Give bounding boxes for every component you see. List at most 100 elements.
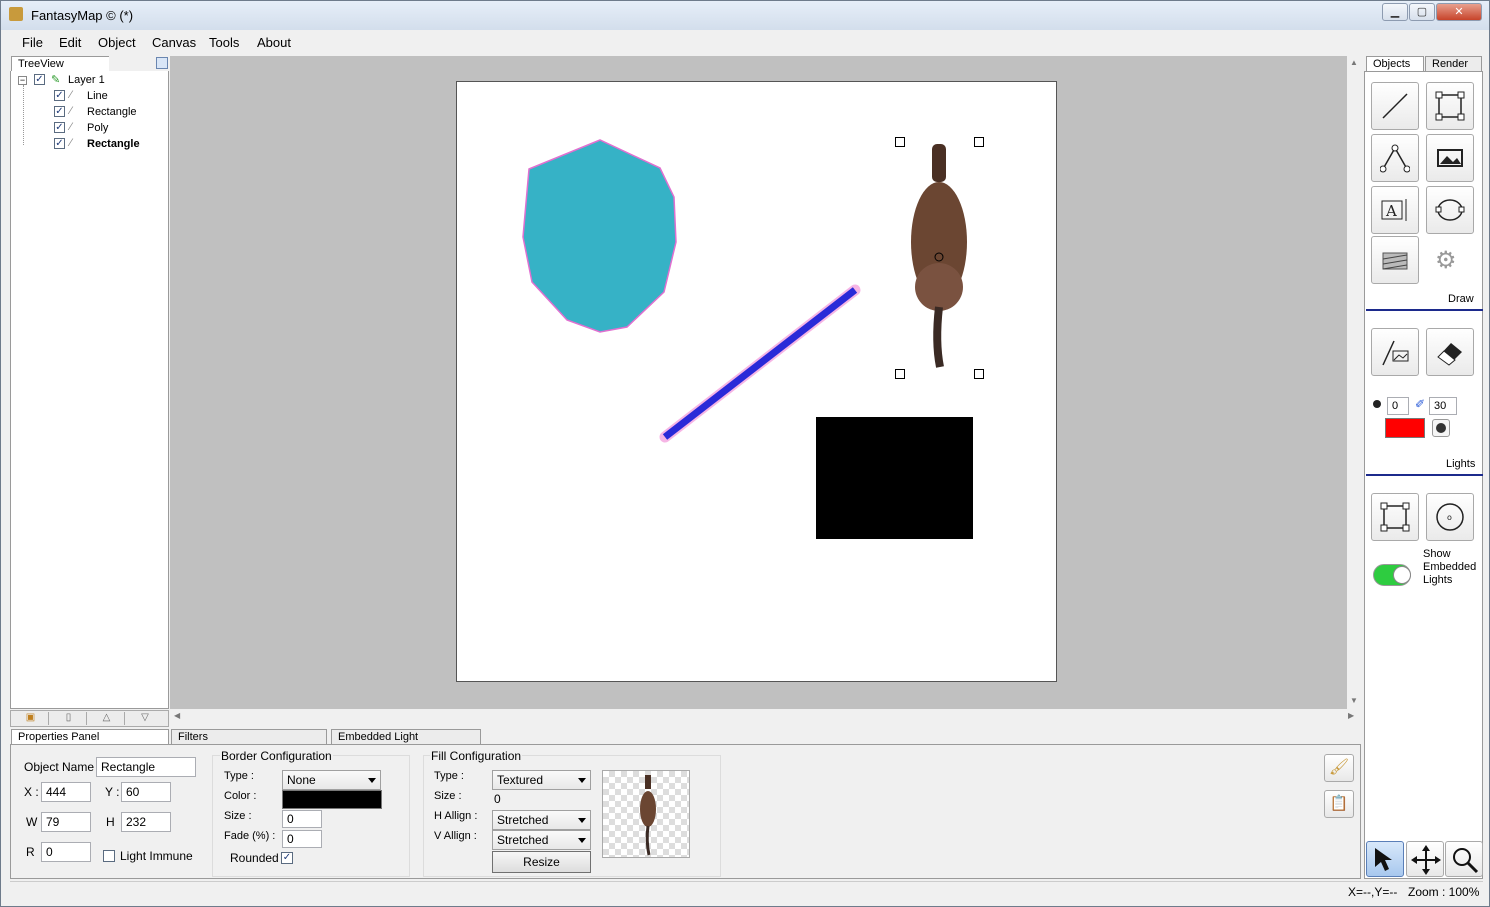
embedded-lights-toggle[interactable]: [1373, 564, 1411, 586]
horse-thumbnail: [640, 775, 656, 856]
gear-icon[interactable]: ⚙: [1435, 246, 1457, 275]
paint-brush-button[interactable]: 🖌: [1324, 754, 1354, 782]
menu-file[interactable]: File: [22, 35, 43, 50]
brush-size-icon: [1373, 400, 1381, 408]
border-size-input[interactable]: 0: [282, 810, 322, 828]
resize-button[interactable]: Resize: [492, 851, 591, 873]
light-immune-checkbox[interactable]: [103, 850, 115, 862]
menu-tools[interactable]: Tools: [209, 35, 239, 50]
draw-divider: [1366, 309, 1483, 311]
menu-canvas[interactable]: Canvas: [152, 35, 196, 50]
minimize-button[interactable]: ▁: [1382, 3, 1408, 21]
eraser-button[interactable]: [1426, 328, 1474, 376]
brush-draw-button[interactable]: [1371, 328, 1419, 376]
tree-item[interactable]: Poly: [87, 122, 108, 134]
border-size-label: Size :: [224, 810, 252, 822]
item-pencil-icon: ⁄: [70, 121, 72, 133]
image-tool-button[interactable]: [1426, 134, 1474, 182]
item-checkbox[interactable]: ✓: [54, 122, 65, 133]
scroll-down-icon[interactable]: ▼: [1350, 696, 1358, 705]
layer-checkbox[interactable]: ✓: [34, 74, 45, 85]
brush-size-input[interactable]: 0: [1387, 397, 1409, 415]
text-tool-button[interactable]: A: [1371, 186, 1419, 234]
horizontal-scrollbar[interactable]: ◀ ▶: [170, 709, 1361, 725]
canvas-page[interactable]: [456, 81, 1057, 682]
light-circle-button[interactable]: o: [1426, 493, 1474, 541]
texture-preview[interactable]: [602, 770, 690, 858]
tab-filters[interactable]: Filters: [171, 729, 327, 745]
selection-handle-bl[interactable]: [895, 369, 905, 379]
add-layer-icon[interactable]: ▣: [13, 712, 49, 725]
border-color-swatch[interactable]: [282, 790, 382, 809]
close-button[interactable]: ✕: [1436, 3, 1482, 21]
v-align-select[interactable]: Stretched: [492, 830, 591, 850]
h-input[interactable]: 232: [121, 812, 171, 832]
light-rect-icon: [1380, 502, 1410, 532]
title-bar: FantasyMap © (*) ▁ ▢ ✕: [1, 1, 1489, 30]
hatch-tool-button[interactable]: [1371, 236, 1419, 284]
select-tool-button[interactable]: [1366, 841, 1404, 877]
tree-item-selected[interactable]: Rectangle: [87, 138, 140, 150]
tab-filters-label: Filters: [178, 731, 208, 743]
layer-pencil-icon: ✎: [51, 74, 61, 86]
scroll-up-icon[interactable]: ▲: [1350, 58, 1358, 67]
delete-layer-icon[interactable]: ▯: [51, 712, 87, 725]
w-input[interactable]: 79: [41, 812, 91, 832]
move-down-icon[interactable]: ▽: [127, 712, 163, 725]
brush-opacity-input[interactable]: 30: [1429, 397, 1457, 415]
line-tool-button[interactable]: [1371, 82, 1419, 130]
tab-objects[interactable]: Objects: [1366, 56, 1424, 72]
zoom-tool-button[interactable]: [1445, 841, 1483, 877]
item-checkbox[interactable]: ✓: [54, 138, 65, 149]
poly-tool-icon: [1380, 144, 1410, 173]
fill-size-value[interactable]: 0: [494, 792, 501, 806]
zoom-level: Zoom : 100%: [1408, 885, 1480, 899]
rectangle-shape: [816, 417, 973, 539]
rectangle-tool-button[interactable]: [1426, 82, 1474, 130]
maximize-button[interactable]: ▢: [1409, 3, 1435, 21]
brush-opacity-icon: ✐: [1415, 397, 1426, 411]
y-input[interactable]: 60: [121, 782, 171, 802]
tab-render[interactable]: Render: [1425, 56, 1482, 72]
tree-collapse-icon[interactable]: −: [18, 76, 27, 85]
light-rect-button[interactable]: [1371, 493, 1419, 541]
properties-panel: Object Name Rectangle X : 444 Y : 60 W 7…: [10, 744, 1361, 879]
h-align-select[interactable]: Stretched: [492, 810, 591, 830]
brush-shape-button[interactable]: [1432, 419, 1450, 437]
tree-item[interactable]: Line: [87, 90, 108, 102]
menu-edit[interactable]: Edit: [59, 35, 81, 50]
border-fade-input[interactable]: 0: [282, 830, 322, 848]
tab-embedded-light[interactable]: Embedded Light: [331, 729, 481, 745]
tree-line: [23, 85, 24, 145]
item-checkbox[interactable]: ✓: [54, 106, 65, 117]
border-type-select[interactable]: None: [282, 770, 381, 790]
text-tool-icon: A: [1381, 199, 1407, 221]
rounded-checkbox[interactable]: ✓: [281, 852, 293, 864]
menu-object[interactable]: Object: [98, 35, 136, 50]
scroll-left-icon[interactable]: ◀: [174, 711, 180, 720]
fill-type-select[interactable]: Textured: [492, 770, 591, 790]
poly-tool-button[interactable]: [1371, 134, 1419, 182]
item-checkbox[interactable]: ✓: [54, 90, 65, 101]
menu-about[interactable]: About: [257, 35, 291, 50]
move-tool-button[interactable]: [1406, 841, 1444, 877]
tree-item[interactable]: Rectangle: [87, 106, 137, 118]
scroll-right-icon[interactable]: ▶: [1348, 711, 1354, 720]
ellipse-tool-button[interactable]: [1426, 186, 1474, 234]
treeview-pin-icon[interactable]: [156, 57, 168, 69]
paste-button[interactable]: 📋: [1324, 790, 1354, 818]
brush-color-swatch[interactable]: [1385, 418, 1425, 438]
move-up-icon[interactable]: △: [89, 712, 125, 725]
tab-treeview[interactable]: TreeView: [11, 56, 109, 72]
tab-properties-panel[interactable]: Properties Panel: [11, 729, 169, 745]
selection-handle-tl[interactable]: [895, 137, 905, 147]
vertical-scrollbar[interactable]: ▲ ▼: [1347, 56, 1361, 709]
chevron-down-icon: [368, 778, 376, 783]
object-name-input[interactable]: Rectangle: [96, 757, 196, 777]
v-align-value: Stretched: [497, 833, 549, 847]
r-input[interactable]: 0: [41, 842, 91, 862]
selection-handle-tr[interactable]: [974, 137, 984, 147]
tree-layer-label[interactable]: Layer 1: [68, 74, 105, 86]
selection-handle-br[interactable]: [974, 369, 984, 379]
x-input[interactable]: 444: [41, 782, 91, 802]
